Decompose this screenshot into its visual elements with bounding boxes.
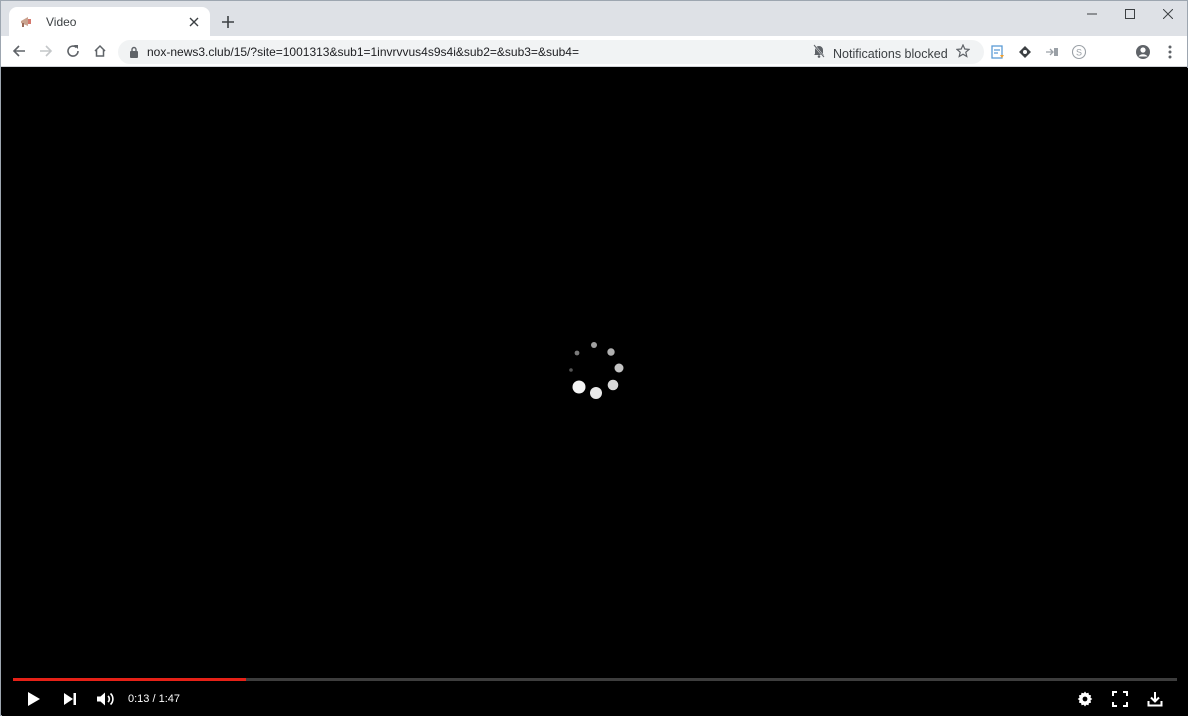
home-icon[interactable] [90, 41, 110, 61]
close-window-icon[interactable] [1149, 1, 1187, 27]
play-button[interactable] [24, 689, 44, 709]
volume-button[interactable] [95, 689, 117, 709]
maximize-icon[interactable] [1111, 1, 1149, 27]
settings-gear-icon[interactable] [1075, 689, 1095, 709]
progress-bar[interactable] [13, 678, 1177, 681]
reload-icon[interactable] [63, 41, 83, 61]
url-text: nox-news3.club/15/?site=1001313&sub1=1in… [147, 45, 579, 59]
fullscreen-icon[interactable] [1110, 689, 1130, 709]
window-controls [1073, 1, 1187, 29]
svg-text:S: S [1076, 48, 1082, 58]
notification-status-label: Notifications blocked [833, 46, 948, 61]
notifications-blocked-indicator[interactable]: Notifications blocked [813, 44, 948, 63]
tab-close-icon[interactable] [186, 14, 202, 30]
browser-menu-icon[interactable] [1161, 43, 1179, 61]
extension-diamond-icon[interactable] [1016, 43, 1034, 61]
download-icon[interactable] [1145, 689, 1165, 709]
tab-title: Video [46, 14, 77, 29]
extension-s-icon[interactable]: S [1070, 43, 1088, 61]
address-bar[interactable]: nox-news3.club/15/?site=1001313&sub1=1in… [118, 40, 984, 64]
new-tab-button[interactable] [218, 12, 238, 32]
time-display: 0:13 / 1:47 [128, 693, 180, 705]
back-icon[interactable] [9, 41, 29, 61]
minimize-icon[interactable] [1073, 1, 1111, 27]
video-player[interactable]: 0:13 / 1:47 [2, 68, 1188, 716]
browser-toolbar: nox-news3.club/15/?site=1001313&sub1=1in… [1, 36, 1187, 67]
next-button[interactable] [60, 689, 80, 709]
profile-avatar-icon[interactable] [1134, 43, 1152, 61]
progress-bar-fill [13, 678, 246, 681]
extension-arrow-icon[interactable] [1043, 43, 1061, 61]
bookmark-star-icon[interactable] [955, 43, 971, 63]
megaphone-icon [18, 14, 34, 30]
forward-icon[interactable] [36, 41, 56, 61]
tab-video[interactable]: Video [9, 7, 210, 36]
bell-off-icon [813, 44, 825, 63]
extension-note-icon[interactable] [989, 43, 1007, 61]
tab-strip: Video [1, 1, 1187, 36]
loading-spinner-icon [569, 342, 624, 399]
lock-icon[interactable] [129, 45, 139, 63]
browser-window: Video nox-news3.club/15/?site=1001313&su… [0, 0, 1188, 716]
